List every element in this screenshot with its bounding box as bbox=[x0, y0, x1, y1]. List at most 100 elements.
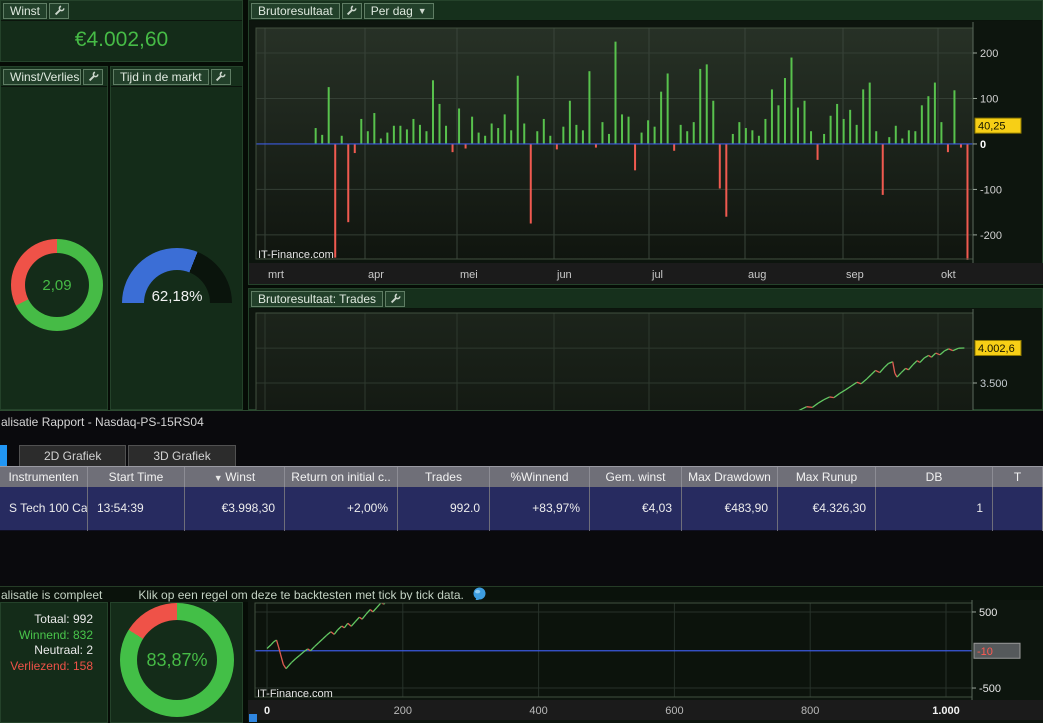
month-label: apr bbox=[368, 269, 384, 281]
watermark: IT-Finance.com bbox=[257, 688, 333, 700]
axis-tick-label: 200 bbox=[980, 48, 998, 60]
axis-tick-label: 500 bbox=[979, 607, 997, 619]
panel-winst-header: Winst bbox=[1, 1, 242, 21]
row-cell-return-initial[interactable]: +2,00% bbox=[285, 487, 398, 531]
panel-time-in-market-title: Tijd in de markt bbox=[113, 69, 209, 85]
wrench-icon[interactable] bbox=[385, 291, 405, 307]
axis-tick-label: -500 bbox=[979, 683, 1001, 695]
row-cell-max-runup[interactable]: €4.326,30 bbox=[778, 487, 876, 531]
wrench-icon[interactable] bbox=[342, 3, 362, 19]
month-label: sep bbox=[846, 269, 864, 281]
column-header-winst[interactable]: ▼ Winst bbox=[185, 467, 285, 488]
month-label: mrt bbox=[268, 269, 284, 281]
column-header-start-time[interactable]: Start Time bbox=[88, 467, 185, 488]
equity-trades-line-chart[interactable]: 3.500 4.002,6 bbox=[249, 309, 1043, 411]
backtest-app: Winst €4.002,60 Winst/Verlies... 2,09 Ti… bbox=[0, 0, 1043, 723]
row-cell-winst[interactable]: €3.998,30 bbox=[185, 487, 285, 531]
panel-winst: Winst €4.002,60 bbox=[0, 0, 243, 62]
win-percentage-value: 83,87% bbox=[146, 650, 207, 671]
axis-tick-label: 1.000 bbox=[932, 705, 960, 717]
winloss-ratio-donut: 2,09 bbox=[11, 239, 103, 331]
row-cell-trades[interactable]: 992.0 bbox=[398, 487, 490, 531]
axis-tick-label: 3.500 bbox=[980, 378, 1008, 390]
axis-tick-label: 400 bbox=[529, 705, 547, 717]
month-label: aug bbox=[748, 269, 766, 281]
axis-tick-label: -200 bbox=[980, 230, 1002, 242]
axis-tick-label: 0 bbox=[264, 705, 270, 717]
win-percentage-donut: 83,87% bbox=[120, 603, 234, 717]
panel-winst-title: Winst bbox=[3, 3, 47, 19]
svg-text:4.002,6: 4.002,6 bbox=[978, 343, 1015, 355]
panel-backtest-equity: IT-Finance.com02004006008001.000500-500-… bbox=[248, 600, 1043, 723]
row-cell-db[interactable]: 1 bbox=[876, 487, 993, 531]
axis-tick-label: 0 bbox=[980, 139, 986, 151]
period-dropdown-value: Per dag bbox=[371, 4, 413, 18]
stat-verliezend: Verliezend: 158 bbox=[1, 659, 101, 675]
panel-winloss-title: Winst/Verlies... bbox=[3, 69, 81, 85]
report-title: alisatie Rapport - Nasdaq-PS-15RS04 bbox=[1, 415, 204, 429]
panel-time-in-market: Tijd in de markt 62,18% bbox=[110, 66, 243, 410]
row-cell-pct-winnend[interactable]: +83,97% bbox=[490, 487, 590, 531]
panel-trade-stats: Totaal: 992Winnend: 832Neutraal: 2Verlie… bbox=[0, 602, 108, 723]
daily-result-bar-chart[interactable]: IT-Finance.commrtaprmeijunjulaugsepokt20… bbox=[249, 22, 1043, 286]
wrench-icon[interactable] bbox=[211, 69, 231, 85]
winloss-ratio-value: 2,09 bbox=[42, 277, 71, 294]
column-header-instrumenten[interactable]: Instrumenten bbox=[0, 467, 88, 488]
tab-partial-blue[interactable] bbox=[0, 445, 7, 466]
axis-tick-label: 800 bbox=[801, 705, 819, 717]
panel-winloss: Winst/Verlies... 2,09 bbox=[0, 66, 108, 410]
tab-3d-grafiek[interactable]: 3D Grafiek bbox=[128, 445, 235, 466]
svg-text:40,25: 40,25 bbox=[978, 121, 1006, 133]
panel-equity-trades-title: Brutoresultaat: Trades bbox=[251, 291, 383, 307]
stat-winnend: Winnend: 832 bbox=[1, 628, 101, 644]
trade-stats-list: Totaal: 992Winnend: 832Neutraal: 2Verlie… bbox=[1, 612, 101, 674]
report-tabs: 2D Grafiek3D Grafiek bbox=[0, 445, 238, 466]
watermark: IT-Finance.com bbox=[258, 249, 334, 261]
panel-winloss-header: Winst/Verlies... bbox=[1, 67, 107, 87]
panel-daily-result: Brutoresultaat Per dag ▼ IT-Finance.com m… bbox=[248, 0, 1043, 285]
total-profit-value: €4.002,60 bbox=[1, 28, 242, 52]
column-header-pct-winnend[interactable]: %Winnend bbox=[490, 467, 590, 488]
row-cell-instrumenten[interactable]: S Tech 100 Ca.. bbox=[0, 487, 88, 531]
row-cell-gem-winst[interactable]: €4,03 bbox=[590, 487, 682, 531]
panel-equity-trades: Brutoresultaat: Trades 3.500 4.002,6 bbox=[248, 288, 1043, 410]
row-cell-start-time[interactable]: 13:54:39 bbox=[88, 487, 185, 531]
axis-tick-label: 200 bbox=[394, 705, 412, 717]
backtest-equity-line-chart[interactable]: IT-Finance.com02004006008001.000500-500-… bbox=[248, 600, 1043, 723]
column-header-max-runup[interactable]: Max Runup bbox=[778, 467, 876, 488]
panel-time-in-market-header: Tijd in de markt bbox=[111, 67, 242, 87]
sort-desc-icon: ▼ bbox=[214, 473, 225, 483]
report-result-row[interactable]: S Tech 100 Ca..13:54:39€3.998,30+2,00%99… bbox=[0, 487, 1043, 531]
status-complete-text: alisatie is compleet bbox=[1, 588, 102, 602]
month-label: mei bbox=[460, 269, 478, 281]
optimization-report: alisatie Rapport - Nasdaq-PS-15RS04 2D G… bbox=[0, 410, 1043, 586]
report-header-row: InstrumentenStart Time▼ WinstReturn on i… bbox=[0, 466, 1043, 487]
time-in-market-gauge: 62,18% bbox=[122, 248, 232, 304]
panel-equity-trades-header: Brutoresultaat: Trades bbox=[249, 289, 1042, 309]
panel-win-percentage: 83,87% bbox=[110, 602, 243, 723]
axis-tick-label: -100 bbox=[980, 184, 1002, 196]
tab-2d-grafiek[interactable]: 2D Grafiek bbox=[19, 445, 126, 466]
axis-tick-label: 100 bbox=[980, 93, 998, 105]
month-label: okt bbox=[941, 269, 956, 281]
month-label: jul bbox=[651, 269, 663, 281]
x-axis-strip bbox=[248, 700, 1043, 720]
row-cell-max-drawdown[interactable]: €483,90 bbox=[682, 487, 778, 531]
svg-text:-10: -10 bbox=[977, 646, 993, 658]
column-header-return-initial[interactable]: Return on initial c.. bbox=[285, 467, 398, 488]
column-header-db[interactable]: DB bbox=[876, 467, 993, 488]
wrench-icon[interactable] bbox=[49, 3, 69, 19]
stat-totaal: Totaal: 992 bbox=[1, 612, 101, 628]
column-header-t[interactable]: T bbox=[993, 467, 1043, 488]
stat-neutraal: Neutraal: 2 bbox=[1, 643, 101, 659]
panel-daily-result-header: Brutoresultaat Per dag ▼ bbox=[249, 1, 1042, 21]
chart-tool-icon[interactable] bbox=[249, 714, 257, 722]
wrench-icon[interactable] bbox=[83, 69, 103, 85]
time-in-market-value: 62,18% bbox=[122, 288, 232, 304]
column-header-trades[interactable]: Trades bbox=[398, 467, 490, 488]
period-dropdown[interactable]: Per dag ▼ bbox=[364, 3, 434, 19]
panel-daily-result-title: Brutoresultaat bbox=[251, 3, 340, 19]
column-header-max-drawdown[interactable]: Max Drawdown bbox=[682, 467, 778, 488]
column-header-gem-winst[interactable]: Gem. winst bbox=[590, 467, 682, 488]
row-cell-t[interactable] bbox=[993, 487, 1043, 531]
